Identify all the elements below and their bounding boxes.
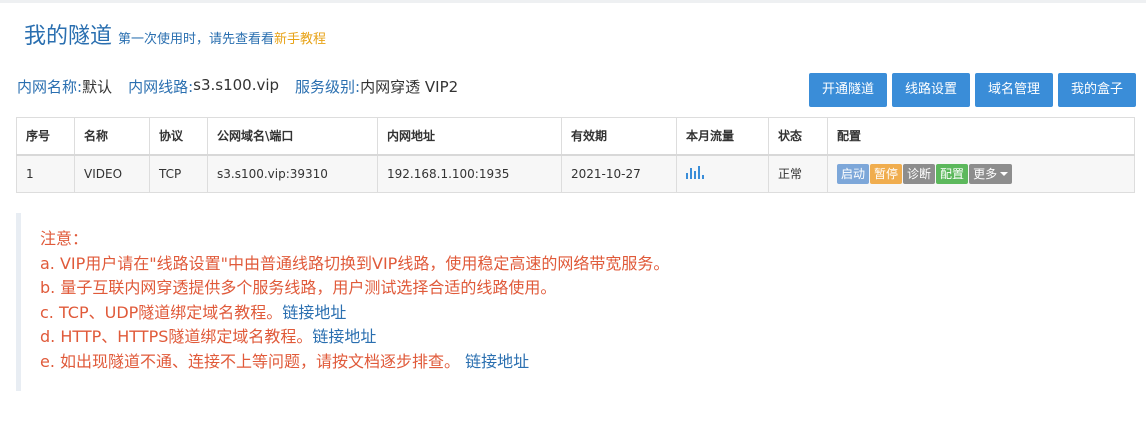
- open-tunnel-button[interactable]: 开通隧道: [808, 73, 887, 107]
- cell-traffic: [676, 154, 769, 193]
- page-header: 我的隧道 第一次使用时，请先查看看 新手教程: [24, 18, 326, 50]
- tunnel-table: 序号 名称 协议 公网域名\端口 内网地址 有效期 本月流量 状态 配置 1 V…: [16, 117, 1135, 193]
- more-dropdown[interactable]: 更多: [969, 163, 1013, 184]
- cell-public: s3.s100.vip:39310: [207, 154, 378, 193]
- notice-box: 注意： a. VIP用户请在"线路设置"中由普通线路切换到VIP线路，使用稳定高…: [16, 213, 1135, 391]
- cell-internal: 192.168.1.100:1935: [377, 154, 562, 193]
- top-divider: [0, 0, 1146, 3]
- cell-protocol: TCP: [149, 154, 208, 193]
- col-header-status: 状态: [768, 117, 828, 156]
- col-header-traffic: 本月流量: [676, 117, 769, 156]
- cell-expiry: 2021-10-27: [561, 154, 677, 193]
- page-title: 我的隧道: [24, 24, 113, 49]
- caret-down-icon: [1000, 172, 1009, 177]
- table-row: 1 VIDEO TCP s3.s100.vip:39310 192.168.1.…: [16, 154, 1135, 193]
- network-name-value: 默认: [82, 78, 113, 96]
- more-label: 更多: [973, 166, 998, 181]
- service-level-value: 内网穿透 VIP2: [360, 78, 459, 96]
- notice-item-e-text: e. 如出现隧道不通、连接不上等问题，请按文档逐步排查。: [40, 351, 461, 371]
- notice-item-e: e. 如出现隧道不通、连接不上等问题，请按文档逐步排查。 链接地址: [40, 350, 1135, 375]
- http-https-tutorial-link[interactable]: 链接地址: [312, 327, 376, 346]
- config-button[interactable]: 配置: [936, 163, 969, 184]
- col-header-name: 名称: [74, 117, 150, 156]
- notice-item-a: a. VIP用户请在"线路设置"中由普通线路切换到VIP线路，使用稳定高速的网络…: [40, 253, 670, 273]
- line-settings-button[interactable]: 线路设置: [891, 73, 970, 107]
- cell-config: 启动 暂停 诊断 配置 更多: [827, 154, 1135, 193]
- table-header-row: 序号 名称 协议 公网域名\端口 内网地址 有效期 本月流量 状态 配置: [16, 117, 1135, 156]
- cell-name: VIDEO: [74, 154, 150, 193]
- network-name-label: 内网名称:: [17, 78, 83, 96]
- start-button[interactable]: 启动: [837, 163, 870, 184]
- my-box-button[interactable]: 我的盒子: [1057, 73, 1136, 107]
- col-header-expiry: 有效期: [561, 117, 677, 156]
- cell-index: 1: [16, 154, 75, 193]
- notice-item-c-text: c. TCP、UDP隧道绑定域名教程。: [40, 302, 283, 322]
- page-subtitle: 第一次使用时，请先查看看: [118, 32, 275, 47]
- pause-button[interactable]: 暂停: [870, 163, 903, 184]
- notice-item-d: d. HTTP、HTTPS隧道绑定域名教程。链接地址: [40, 325, 1135, 350]
- col-header-internal: 内网地址: [377, 117, 562, 156]
- tcp-udp-tutorial-link[interactable]: 链接地址: [282, 303, 346, 322]
- diagnose-button[interactable]: 诊断: [903, 163, 936, 184]
- troubleshoot-doc-link[interactable]: 链接地址: [465, 352, 529, 371]
- col-header-public: 公网域名\端口: [207, 117, 378, 156]
- notice-item-c: c. TCP、UDP隧道绑定域名教程。链接地址: [40, 301, 1135, 326]
- action-buttons: 开通隧道 线路设置 域名管理 我的盒子: [808, 73, 1136, 107]
- network-line-value: s3.s100.vip: [193, 76, 280, 94]
- beginner-tutorial-link[interactable]: 新手教程: [274, 28, 326, 47]
- service-level-label: 服务级别:: [295, 78, 361, 96]
- notice-item-d-text: d. HTTP、HTTPS隧道绑定域名教程。: [40, 327, 313, 346]
- bar-chart-icon[interactable]: [686, 165, 704, 179]
- notice-title: 注意：: [40, 229, 89, 248]
- col-header-protocol: 协议: [149, 117, 208, 156]
- notice-item-b: b. 量子互联内网穿透提供多个服务线路，用户测试选择合适的线路使用。: [40, 278, 557, 297]
- tunnel-info: 内网名称: 默认 内网线路: s3.s100.vip 服务级别: 内网穿透 VI…: [17, 76, 474, 97]
- col-header-config: 配置: [827, 117, 1135, 156]
- network-line-label: 内网线路:: [128, 78, 194, 96]
- cell-status: 正常: [768, 154, 828, 193]
- col-header-index: 序号: [16, 117, 75, 156]
- domain-manage-button[interactable]: 域名管理: [974, 73, 1053, 107]
